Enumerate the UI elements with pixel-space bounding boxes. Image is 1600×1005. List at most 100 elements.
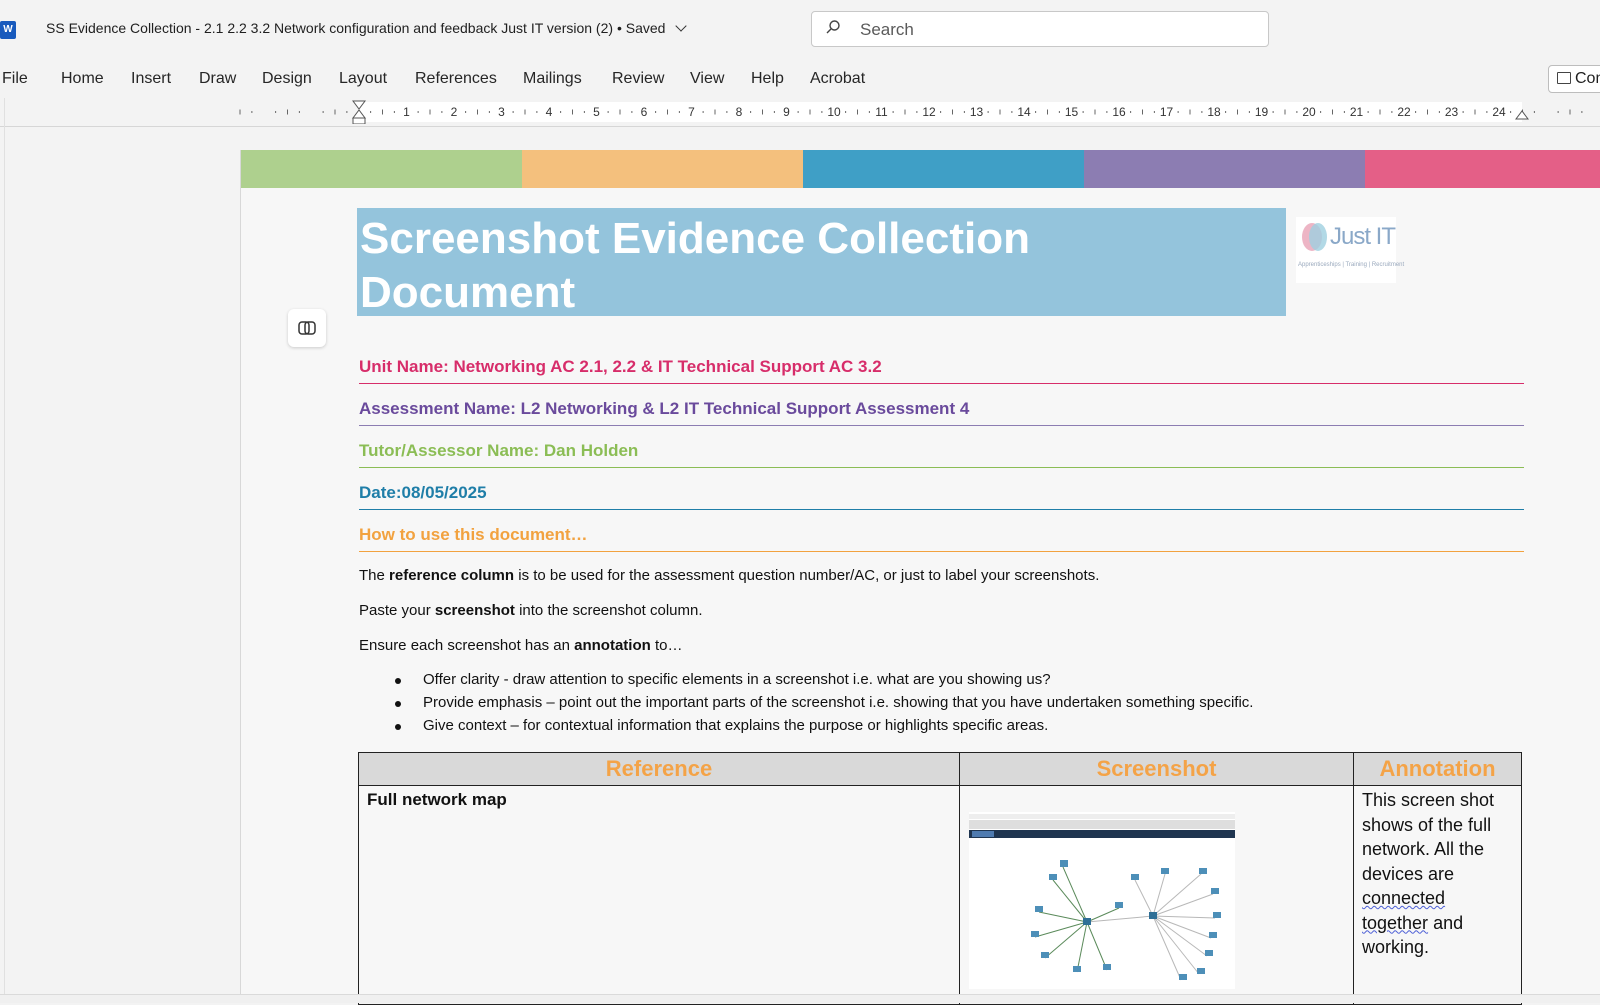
bold-text-run: screenshot [434, 602, 515, 619]
list-item[interactable]: Provide emphasis – point out the importa… [395, 694, 1253, 717]
title-block: Screenshot Evidence Collection Document [357, 208, 1286, 317]
title-separator: • [616, 20, 622, 36]
ruler-number: 2 [451, 105, 458, 119]
ruler-number: 10 [827, 105, 841, 119]
ruler-number: 20 [1302, 105, 1316, 119]
list-item[interactable]: Give context – for contextual informatio… [395, 717, 1253, 740]
bold-text-run: annotation [574, 637, 651, 654]
annotation-purpose-list: Offer clarity - draw attention to specif… [395, 671, 1253, 740]
ruler-number: 1 [403, 105, 410, 119]
tab-view[interactable]: View [690, 70, 724, 88]
tab-design[interactable]: Design [262, 70, 312, 88]
ruler-number: 18 [1207, 105, 1221, 119]
ruler-number: 16 [1112, 105, 1126, 119]
instruction-screenshot[interactable]: Paste your screenshot into the screensho… [359, 602, 703, 619]
document-name: SS Evidence Collection - 2.1 2.2 3.2 Net… [46, 20, 614, 36]
ruler-number: 11 [875, 105, 888, 119]
copilot-icon [298, 321, 316, 335]
instruction-annotation[interactable]: Ensure each screenshot has an annotation… [359, 637, 682, 654]
heading-line-1: Screenshot Evidence Collection [360, 214, 1030, 263]
table-cell-reference[interactable]: Full network map [358, 785, 960, 1005]
unit-name[interactable]: Unit Name: Networking AC 2.1, 2.2 & IT T… [359, 357, 1524, 384]
header-color-block-orange [522, 150, 803, 188]
ruler-number: 5 [593, 105, 600, 119]
ruler-number: 22 [1397, 105, 1411, 119]
table-cell-annotation[interactable]: This screen shot shows of the full netwo… [1353, 785, 1522, 1005]
comment-icon [1557, 72, 1571, 84]
table-header-screenshot[interactable]: Screenshot [959, 752, 1354, 786]
bold-text-run: reference column [389, 567, 515, 584]
tab-draw[interactable]: Draw [199, 70, 236, 88]
tutor-name[interactable]: Tutor/Assessor Name: Dan Holden [359, 441, 1524, 468]
comments-label: Comments [1575, 70, 1600, 87]
header-color-block-pink [1365, 150, 1600, 188]
tab-review[interactable]: Review [612, 70, 664, 88]
copilot-button[interactable] [288, 309, 326, 347]
heading-line-2: Document [360, 268, 576, 317]
text-run: Paste your [359, 602, 435, 619]
text-run: to… [650, 637, 683, 654]
ruler-number: 8 [736, 105, 743, 119]
header-color-block-blue [803, 150, 1084, 188]
document-title[interactable]: SS Evidence Collection - 2.1 2.2 3.2 Net… [46, 20, 687, 36]
left-indent-box-icon [352, 117, 366, 124]
tab-file[interactable]: File [2, 70, 28, 88]
ruler-number: 4 [546, 105, 553, 119]
ruler-divider [0, 126, 1600, 127]
text-run: The [359, 567, 390, 584]
ruler-number: 3 [498, 105, 505, 119]
ribbon-tabs: File Home Insert Draw Design Layout Refe… [0, 58, 1600, 98]
tab-acrobat[interactable]: Acrobat [810, 70, 865, 88]
ruler-number: 9 [783, 105, 790, 119]
tab-references[interactable]: References [415, 70, 497, 88]
annotation-text: This screen shot shows of the full netwo… [1362, 790, 1495, 884]
just-it-logo[interactable]: Just IT Apprenticeships | Training | Rec… [1296, 217, 1404, 283]
ruler-number: 7 [688, 105, 695, 119]
ruler-number: 12 [922, 105, 936, 119]
search-icon [826, 20, 840, 34]
ruler-number: 6 [641, 105, 648, 119]
ruler-number: 15 [1065, 105, 1079, 119]
tab-home[interactable]: Home [61, 70, 104, 88]
header-color-block-purple [1084, 150, 1365, 188]
logo-text: Just IT [1330, 223, 1396, 250]
network-map-image [969, 812, 1235, 989]
header-color-block-green [241, 150, 522, 188]
ruler-number: 17 [1160, 105, 1174, 119]
chevron-down-icon[interactable] [675, 20, 687, 32]
search-box[interactable] [811, 11, 1269, 47]
assessment-date[interactable]: Date:08/05/2025 [359, 483, 1524, 510]
assessment-name[interactable]: Assessment Name: L2 Networking & L2 IT T… [359, 399, 1524, 426]
ruler-number: 14 [1017, 105, 1031, 119]
save-status: Saved [625, 20, 666, 36]
ruler-number: 13 [970, 105, 984, 119]
search-input[interactable] [860, 19, 1250, 41]
tab-help[interactable]: Help [751, 70, 784, 88]
word-app-icon[interactable]: W [0, 21, 16, 39]
title-bar: W SS Evidence Collection - 2.1 2.2 3.2 N… [0, 0, 1600, 58]
table-header-annotation[interactable]: Annotation [1353, 752, 1522, 786]
text-run: is to be used for the assessment questio… [514, 567, 1100, 584]
table-header-reference[interactable]: Reference [358, 752, 960, 786]
list-item[interactable]: Offer clarity - draw attention to specif… [395, 671, 1253, 694]
how-to-heading[interactable]: How to use this document… [359, 525, 1524, 552]
comments-button[interactable]: Comments [1548, 65, 1600, 93]
text-run: into the screenshot column. [514, 602, 703, 619]
logo-mark-icon [1302, 223, 1327, 251]
ruler-scale: 1 2 3 4 5 6 7 8 9 10 11 12 13 14 15 16 17 18 19 20 21 22 23 24 [239, 100, 1583, 124]
tab-insert[interactable]: Insert [131, 70, 171, 88]
logo-subtext: Apprenticeships | Training | Recruitment [1298, 262, 1405, 268]
reference-text: Full network map [367, 790, 507, 809]
instruction-reference[interactable]: The reference column is to be used for t… [359, 567, 1099, 584]
ruler-number: 21 [1350, 105, 1364, 119]
document-heading[interactable]: Screenshot Evidence Collection Document [360, 212, 1260, 320]
tab-layout[interactable]: Layout [339, 70, 387, 88]
horizontal-ruler[interactable]: 1 2 3 4 5 6 7 8 9 10 11 12 13 14 15 16 17 18 19 20 21 22 23 24 [0, 100, 1600, 124]
left-margin-divider [4, 98, 5, 998]
ruler-number: 23 [1445, 105, 1459, 119]
ruler-number: 19 [1255, 105, 1269, 119]
tab-mailings[interactable]: Mailings [523, 70, 582, 88]
network-map-screenshot[interactable] [969, 812, 1235, 989]
ruler-number: 24 [1492, 105, 1506, 119]
text-run: Ensure each screenshot has an [359, 637, 575, 654]
